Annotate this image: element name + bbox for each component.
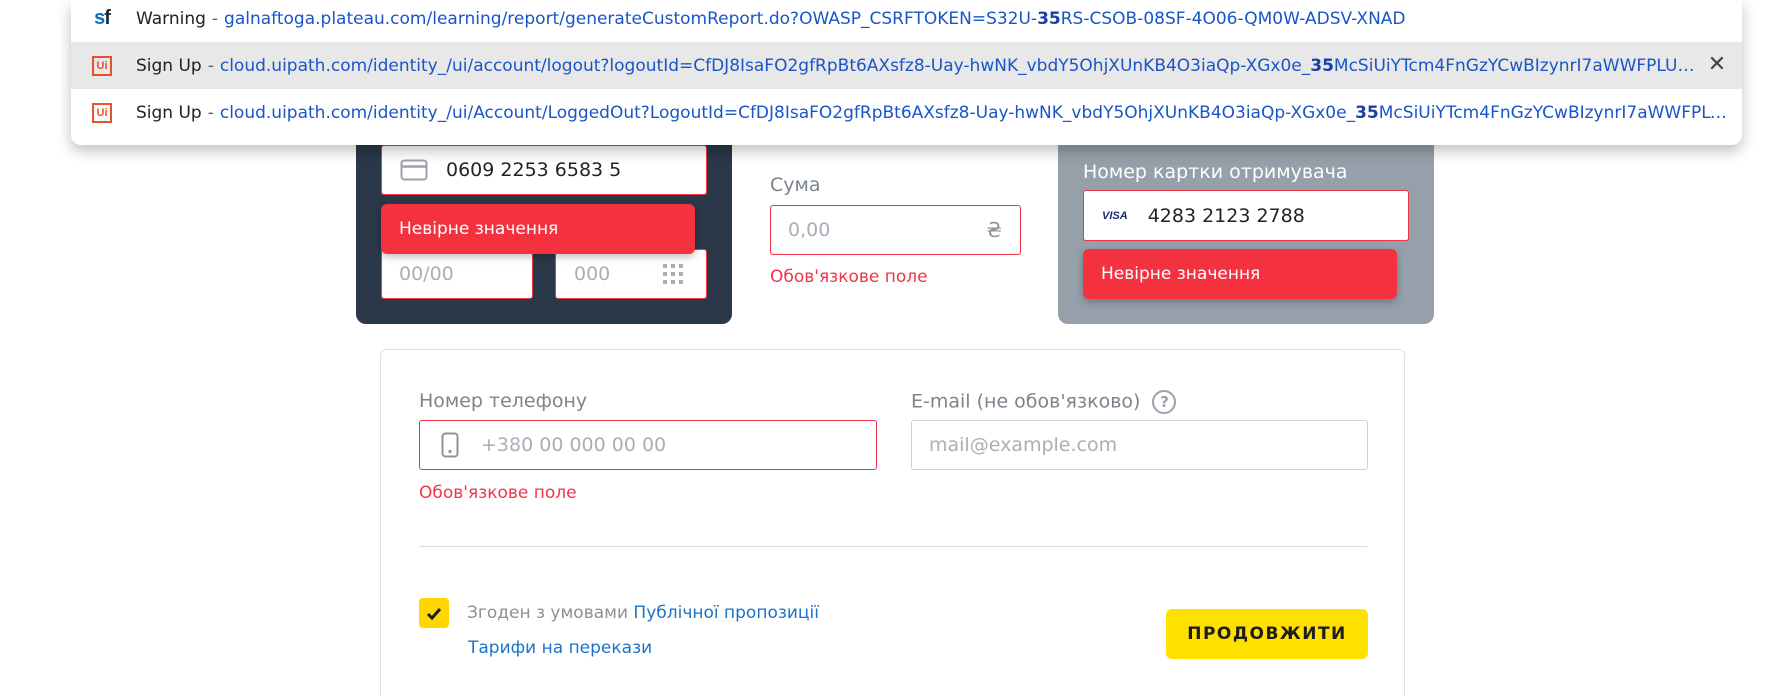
form-divider bbox=[419, 546, 1367, 547]
suggestion-item[interactable]: sf Warning - galnaftoga.plateau.com/lear… bbox=[71, 0, 1742, 42]
expiry-placeholder: 00/00 bbox=[399, 263, 454, 285]
agreement-text: Згоден з умовами Публічної пропозиції bbox=[467, 603, 819, 623]
recipient-card-label: Номер картки отримувача bbox=[1083, 161, 1348, 183]
hryvnia-currency-icon: ₴ bbox=[986, 218, 1002, 242]
sender-card-number: 0609 2253 6583 5 bbox=[446, 159, 622, 181]
phone-input[interactable]: +380 00 000 00 00 bbox=[419, 420, 877, 470]
email-label: E-mail (не обов'язково) ? bbox=[911, 390, 1177, 414]
phone-error: Обов'язкове поле bbox=[419, 483, 577, 503]
email-input[interactable]: mail@example.com bbox=[911, 420, 1368, 470]
email-placeholder: mail@example.com bbox=[929, 434, 1118, 456]
suggestion-url: galnaftoga.plateau.com/learning/report/g… bbox=[224, 8, 1406, 29]
sender-card-number-input[interactable]: 0609 2253 6583 5 bbox=[381, 145, 707, 195]
expiry-date-input[interactable]: 00/00 bbox=[381, 249, 533, 299]
amount-error: Обов'язкове поле bbox=[770, 267, 928, 287]
suggestion-separator: - bbox=[207, 102, 214, 123]
help-icon[interactable]: ? bbox=[1152, 390, 1177, 414]
suggestion-title: Warning bbox=[136, 8, 206, 29]
cvv-placeholder: 000 bbox=[574, 263, 611, 285]
recipient-card-error-tooltip: Невірне значення bbox=[1083, 249, 1397, 299]
suggestion-url: cloud.uipath.com/identity_/ui/account/lo… bbox=[219, 55, 1695, 76]
continue-button[interactable]: ПРОДОВЖИТИ bbox=[1166, 609, 1368, 659]
amount-label: Сума bbox=[770, 174, 821, 196]
suggestion-item[interactable]: Ui Sign Up - cloud.uipath.com/identity_/… bbox=[71, 42, 1742, 89]
phone-placeholder: +380 00 000 00 00 bbox=[481, 434, 667, 456]
uipath-icon: Ui bbox=[90, 101, 114, 125]
amount-input[interactable]: 0,00 ₴ bbox=[770, 205, 1021, 255]
credit-card-icon bbox=[400, 159, 428, 181]
recipient-card-number: 4283 2123 2788 bbox=[1147, 204, 1305, 227]
keypad-icon[interactable] bbox=[662, 263, 684, 285]
sender-card-error-tooltip: Невірне значення bbox=[381, 204, 695, 254]
public-offer-link[interactable]: Публічної пропозиції bbox=[633, 603, 819, 623]
phone-label: Номер телефону bbox=[419, 390, 588, 412]
uipath-icon: Ui bbox=[90, 54, 114, 78]
remove-suggestion-icon[interactable]: ✕ bbox=[1706, 54, 1728, 76]
salesforce-icon: sf bbox=[94, 7, 111, 29]
checkmark-icon bbox=[426, 607, 442, 620]
suggestion-title: Sign Up bbox=[136, 102, 202, 123]
amount-placeholder: 0,00 bbox=[788, 219, 831, 241]
suggestion-url: cloud.uipath.com/identity_/ui/Account/Lo… bbox=[219, 102, 1730, 123]
suggestion-item[interactable]: Ui Sign Up - cloud.uipath.com/identity_/… bbox=[71, 89, 1742, 136]
mobile-phone-icon bbox=[441, 432, 459, 458]
suggestion-separator: - bbox=[211, 8, 219, 29]
tariffs-link[interactable]: Тарифи на перекази bbox=[468, 638, 652, 658]
recipient-card-number-input[interactable]: VISA 4283 2123 2788 bbox=[1083, 190, 1409, 241]
suggestion-title: Sign Up bbox=[136, 55, 202, 76]
visa-icon: VISA bbox=[1102, 209, 1128, 222]
cvv-input[interactable]: 000 bbox=[555, 249, 707, 299]
agreement-checkbox[interactable] bbox=[419, 598, 449, 628]
suggestion-separator: - bbox=[207, 55, 214, 76]
address-bar-suggestions: sf Warning - galnaftoga.plateau.com/lear… bbox=[71, 0, 1742, 145]
